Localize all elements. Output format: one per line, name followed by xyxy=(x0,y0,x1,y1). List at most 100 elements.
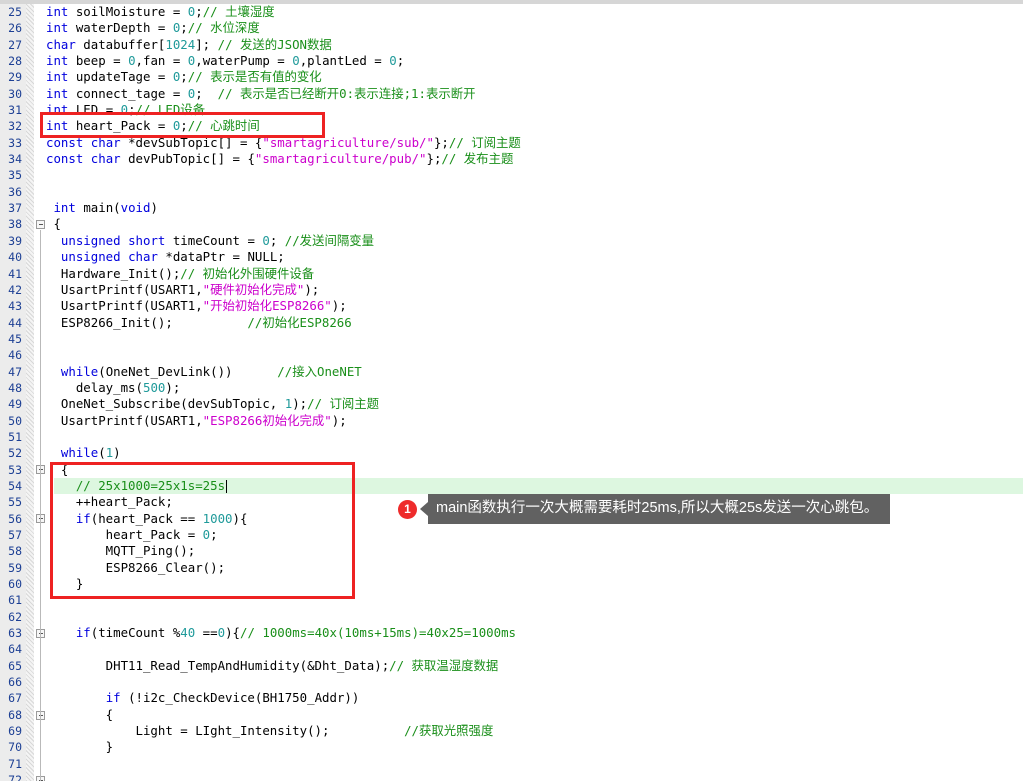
line-number: 51 xyxy=(8,429,22,444)
line-code-text: if (!i2c_CheckDevice(BH1750_Addr)) xyxy=(105,690,360,706)
line-number: 39 xyxy=(8,233,22,248)
line-number: 41 xyxy=(8,266,22,281)
code-line[interactable]: 34 const char devPubTopic[] = {"smartagri… xyxy=(0,151,1023,167)
line-code-text: UsartPrintf(USART1,"ESP8266初始化完成"); xyxy=(46,412,347,428)
code-line[interactable]: 46 xyxy=(0,347,1023,363)
code-line[interactable]: 58 MQTT_Ping(); xyxy=(0,543,1023,559)
line-code-text: MQTT_Ping(); xyxy=(46,543,196,559)
code-line[interactable]: 70 } xyxy=(0,739,1023,755)
line-number: 40 xyxy=(8,250,22,265)
code-line[interactable]: 48 delay_ms(500); xyxy=(0,380,1023,396)
code-line[interactable]: 39 unsigned short timeCount = 0; //发送间隔变… xyxy=(0,233,1023,249)
code-line[interactable]: 31 int LED = 0;// LED设备 xyxy=(0,102,1023,118)
code-line[interactable]: 29 int updateTage = 0;// 表示是否有值的变化 xyxy=(0,69,1023,85)
line-number: 45 xyxy=(8,331,22,346)
line-number: 72 xyxy=(8,773,22,781)
code-line[interactable]: 72 xyxy=(0,772,1023,781)
line-number: 70 xyxy=(8,740,22,755)
fold-guide-line xyxy=(40,523,41,585)
line-number: 31 xyxy=(8,103,22,118)
line-code-text: int heart_Pack = 0;// 心跳时间 xyxy=(46,118,260,134)
code-line[interactable]: 45 xyxy=(0,331,1023,347)
line-number: 57 xyxy=(8,528,22,542)
line-number: 59 xyxy=(8,560,22,575)
line-number: 56 xyxy=(8,511,22,526)
code-line[interactable]: 52 while(1) xyxy=(0,445,1023,461)
line-number: 64 xyxy=(8,642,22,657)
line-number: 49 xyxy=(8,397,22,412)
code-line[interactable]: 28 int beep = 0,fan = 0,waterPump = 0,pla… xyxy=(0,53,1023,69)
callout-number-badge: 1 xyxy=(398,499,417,519)
line-number: 47 xyxy=(8,364,22,379)
line-code-text: char databuffer[1024]; // 发送的JSON数据 xyxy=(46,36,332,52)
code-line[interactable]: 36 xyxy=(0,184,1023,200)
code-line[interactable]: 49 OneNet_Subscribe(devSubTopic, 1);// 订… xyxy=(0,396,1023,412)
line-code-text: ESP8266_Init(); //初始化ESP8266 xyxy=(46,314,352,330)
line-code-text: while(1) xyxy=(60,445,121,461)
code-line[interactable]: 38 { xyxy=(0,216,1023,232)
callout-text: main函数执行一次大概需要耗时25ms,所以大概25s发送一次心跳包。 xyxy=(428,494,891,525)
line-number: 63 xyxy=(8,626,22,641)
line-number: 43 xyxy=(8,299,22,314)
code-line[interactable]: 33 const char *devSubTopic[] = {"smartagr… xyxy=(0,135,1023,151)
line-code-text: { xyxy=(46,706,114,722)
code-line[interactable]: 25 int soilMoisture = 0;// 土壤湿度 xyxy=(0,4,1023,20)
code-line[interactable]: 62 xyxy=(0,609,1023,625)
code-line[interactable]: 59 ESP8266_Clear(); xyxy=(0,560,1023,576)
line-number: 32 xyxy=(8,119,22,134)
code-line[interactable]: 51 xyxy=(0,429,1023,445)
code-line[interactable]: 63 if(timeCount %40 ==0){// 1000ms=40x(1… xyxy=(0,625,1023,641)
code-line[interactable]: 66 xyxy=(0,674,1023,690)
code-line[interactable]: 27 char databuffer[1024]; // 发送的JSON数据 xyxy=(0,37,1023,53)
code-line[interactable]: 43 UsartPrintf(USART1,"开始初始化ESP8266"); xyxy=(0,298,1023,314)
line-number: 25 xyxy=(8,5,22,19)
code-line[interactable]: 50 UsartPrintf(USART1,"ESP8266初始化完成"); xyxy=(0,413,1023,429)
code-line[interactable]: 60 } xyxy=(0,576,1023,592)
code-line[interactable]: 71 xyxy=(0,756,1023,772)
line-code-text: DHT11_Read_TempAndHumidity(&Dht_Data);//… xyxy=(46,657,499,673)
code-line[interactable]: 64 xyxy=(0,641,1023,657)
code-line[interactable]: 61 xyxy=(0,592,1023,608)
code-line[interactable]: 41 Hardware_Init();// 初始化外围硬件设备 xyxy=(0,266,1023,282)
line-code-text: unsigned char *dataPtr = NULL; xyxy=(60,249,285,265)
code-line[interactable]: 40 unsigned char *dataPtr = NULL; xyxy=(0,249,1023,265)
text-caret xyxy=(226,479,227,493)
code-line[interactable]: 53 { xyxy=(0,462,1023,478)
line-code-text: unsigned short timeCount = 0; //发送间隔变量 xyxy=(60,232,375,248)
code-line[interactable]: 35 xyxy=(0,167,1023,183)
code-line[interactable]: 47 while(OneNet_DevLink()) //接入OneNET xyxy=(0,364,1023,380)
line-code-text: int main(void) xyxy=(53,200,158,216)
line-number: 35 xyxy=(8,168,22,183)
line-number: 54 xyxy=(8,478,22,493)
line-code-text: if(heart_Pack == 1000){ xyxy=(75,510,248,526)
line-code-text: const char *devSubTopic[] = {"smartagric… xyxy=(46,134,521,150)
code-line[interactable]: 30 int connect_tage = 0; // 表示是否已经断开0:表示连… xyxy=(0,86,1023,102)
line-number: 53 xyxy=(8,462,22,477)
line-number: 61 xyxy=(8,593,22,608)
line-code-text: ++heart_Pack; xyxy=(46,494,173,510)
code-line[interactable]: 42 UsartPrintf(USART1,"硬件初始化完成"); xyxy=(0,282,1023,298)
code-line[interactable]: 32 int heart_Pack = 0;// 心跳时间 xyxy=(0,118,1023,134)
line-number: 50 xyxy=(8,413,22,428)
code-line[interactable]: 69 Light = LIght_Intensity(); //获取光照强度 xyxy=(0,723,1023,739)
code-line[interactable]: 26 int waterDepth = 0;// 水位深度 xyxy=(0,20,1023,36)
code-line[interactable]: 54 // 25x1000=25x1s=25s xyxy=(0,477,1023,495)
code-line[interactable]: 65 DHT11_Read_TempAndHumidity(&Dht_Data)… xyxy=(0,658,1023,674)
line-number: 37 xyxy=(8,201,22,216)
editor-surface[interactable]: 25 int soilMoisture = 0;// 土壤湿度 26 int wate… xyxy=(0,4,1023,781)
code-line[interactable]: 37 int main(void) xyxy=(0,200,1023,216)
code-line[interactable]: 44 ESP8266_Init(); //初始化ESP8266 xyxy=(0,315,1023,331)
fold-toggle-icon[interactable] xyxy=(36,220,45,230)
code-line[interactable]: 57 heart_Pack = 0; xyxy=(0,527,1023,543)
line-code-text: int updateTage = 0;// 表示是否有值的变化 xyxy=(46,69,322,85)
line-number: 55 xyxy=(8,495,22,510)
line-number: 27 xyxy=(8,37,22,52)
line-code-text: } xyxy=(46,739,114,755)
code-line[interactable]: 68 { xyxy=(0,707,1023,723)
line-number: 44 xyxy=(8,315,22,330)
line-code-text: Hardware_Init();// 初始化外围硬件设备 xyxy=(46,265,315,281)
code-line[interactable]: 67 if (!i2c_CheckDevice(BH1750_Addr)) xyxy=(0,690,1023,706)
line-number: 28 xyxy=(8,54,22,69)
line-code-text: heart_Pack = 0; xyxy=(46,527,218,542)
line-code-text: if(timeCount %40 ==0){// 1000ms=40x(10ms… xyxy=(75,625,517,641)
